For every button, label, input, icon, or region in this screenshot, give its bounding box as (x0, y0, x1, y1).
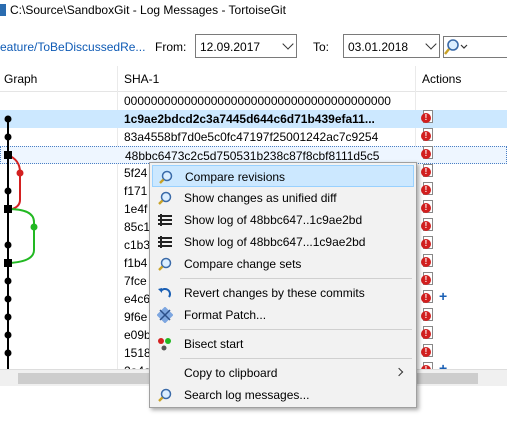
modified-status-icon: ! (421, 110, 435, 124)
modified-status-icon: ! (421, 218, 435, 232)
menu-item-format-patch[interactable]: Format Patch... (152, 304, 414, 326)
alert-icon: ! (421, 329, 431, 339)
alert-icon: ! (421, 293, 431, 303)
menu-item-copy-to-clipboard[interactable]: Copy to clipboard (152, 362, 414, 384)
revision-graph (4, 115, 38, 369)
menu-item-label: Compare change sets (184, 257, 302, 271)
menu-item-label: Show changes as unified diff (184, 191, 337, 205)
menu-separator (180, 358, 412, 359)
alert-icon: ! (421, 167, 431, 177)
magnifier-icon (158, 191, 172, 205)
sha-cell: 1518 (124, 346, 151, 360)
modified-status-icon: ! (421, 164, 435, 178)
menu-item-label: Show log of 48bbc647..1c9ae2bd (184, 213, 363, 227)
menu-item-label: Search log messages... (184, 388, 310, 402)
alert-icon: ! (421, 239, 431, 249)
alert-icon: ! (421, 113, 431, 123)
modified-status-icon: ! (421, 272, 435, 286)
alert-icon: ! (421, 221, 431, 231)
search-icon (444, 39, 468, 55)
alert-icon: ! (421, 257, 431, 267)
menu-item-bisect-start[interactable]: Bisect start (152, 333, 414, 355)
magnifier-icon (159, 170, 173, 184)
sha-cell: 85c1 (124, 220, 151, 234)
to-date-picker[interactable]: 03.01.2018 (343, 34, 440, 58)
menu-item-label: Revert changes by these commits (184, 286, 365, 300)
menu-separator (180, 329, 412, 330)
alert-icon: ! (421, 311, 431, 321)
sha-cell: 7fce (124, 274, 147, 288)
menu-item-compare-revisions[interactable]: Compare revisions (152, 165, 414, 187)
column-header-graph[interactable]: Graph (0, 66, 116, 92)
alert-icon: ! (421, 347, 431, 357)
title-bar: C:\Source\SandboxGit - Log Messages - To… (0, 0, 507, 22)
window-title: C:\Source\SandboxGit - Log Messages - To… (10, 3, 286, 17)
menu-item-label: Format Patch... (184, 308, 267, 322)
modified-status-icon: ! (421, 308, 435, 322)
chevron-down-icon[interactable] (282, 38, 294, 50)
modified-status-icon: ! (421, 200, 435, 214)
menu-item-unified-diff[interactable]: Show changes as unified diff (152, 187, 414, 209)
alert-icon: ! (421, 203, 431, 213)
magnifier-icon (158, 257, 172, 271)
added-status-icon: + (439, 288, 448, 304)
menu-item-label: Bisect start (184, 337, 244, 351)
sha-cell: 1c9ae2bdcd2c3a7445d644c6d71b439efa11... (124, 112, 375, 126)
menu-item-label: Show log of 48bbc647...1c9ae2bd (184, 235, 366, 249)
log-icon (158, 214, 172, 226)
branch-link[interactable]: eature/ToBeDiscussedRe... (0, 40, 150, 54)
menu-item-label: Compare revisions (185, 170, 286, 184)
menu-item-revert-changes[interactable]: Revert changes by these commits (152, 282, 414, 304)
modified-status-icon: ! (421, 182, 435, 196)
alert-icon: ! (421, 185, 431, 195)
context-menu: Compare revisions Show changes as unifie… (149, 162, 417, 408)
menu-item-show-log-range[interactable]: Show log of 48bbc647..1c9ae2bd (152, 209, 414, 231)
menu-item-label: Copy to clipboard (184, 366, 278, 380)
from-date-value: 12.09.2017 (200, 40, 261, 54)
sha-cell: f171 (124, 184, 148, 198)
toolbar: eature/ToBeDiscussedRe... From: 12.09.20… (0, 30, 507, 60)
sha-cell: 9f6e (124, 310, 148, 324)
bisect-icon (158, 338, 171, 351)
from-date-picker[interactable]: 12.09.2017 (195, 34, 297, 58)
log-messages-window: C:\Source\SandboxGit - Log Messages - To… (0, 0, 507, 437)
to-date-value: 03.01.2018 (348, 40, 409, 54)
menu-item-compare-change-sets[interactable]: Compare change sets (152, 253, 414, 275)
menu-item-search-log[interactable]: Search log messages... (152, 384, 414, 406)
menu-separator (180, 278, 412, 279)
modified-status-icon: ! (421, 254, 435, 268)
chevron-right-icon (394, 367, 404, 377)
patch-icon (157, 307, 173, 323)
to-label: To: (313, 40, 330, 54)
sha-cell: c1b3 (124, 238, 151, 252)
sha-cell: e09b (124, 328, 151, 342)
modified-status-icon: ! (421, 290, 435, 304)
search-icon (158, 388, 172, 402)
log-icon (158, 236, 172, 248)
modified-status-icon: ! (421, 326, 435, 340)
sha-cell: f1b4 (124, 256, 148, 270)
app-icon (0, 4, 6, 16)
sha-cell: e4c6 (124, 292, 151, 306)
sha-cell: 83a4558bf7d0e5c0fc47197f25001242ac7c9254 (124, 130, 379, 144)
sha-cell: 48bbc6473c2c5d750531b238c87f8cbf8111d5c5 (125, 149, 380, 163)
modified-status-icon: ! (421, 146, 435, 160)
menu-item-show-log-symmetric[interactable]: Show log of 48bbc647...1c9ae2bd (152, 231, 414, 253)
sha-cell: 0000000000000000000000000000000000000000 (124, 94, 391, 108)
column-header-actions[interactable]: Actions (418, 66, 498, 92)
modified-status-icon: ! (421, 344, 435, 358)
chevron-down-icon[interactable] (425, 38, 437, 50)
modified-status-icon: ! (421, 128, 435, 142)
alert-icon: ! (421, 131, 431, 141)
log-list-header: Graph SHA-1 Actions (0, 66, 507, 92)
modified-status-icon: ! (421, 236, 435, 250)
from-label: From: (155, 40, 187, 54)
alert-icon: ! (421, 275, 431, 285)
column-header-sha[interactable]: SHA-1 (120, 66, 415, 92)
revert-icon (158, 288, 171, 298)
search-options-button[interactable] (443, 36, 469, 58)
sha-cell: 1e4f (124, 202, 148, 216)
alert-icon: ! (421, 149, 431, 159)
sha-cell: 5f24 (124, 166, 148, 180)
